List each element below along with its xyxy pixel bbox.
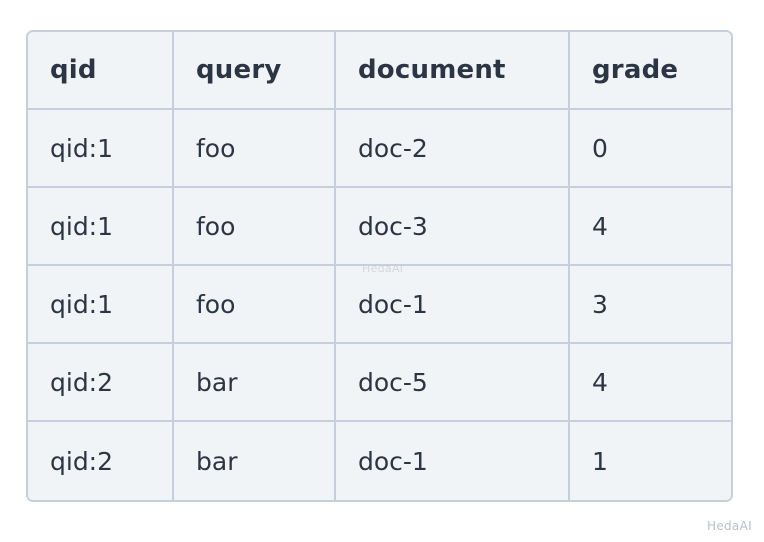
qrels-table: qid query document grade qid:1 foo doc-2… — [26, 30, 733, 502]
cell-grade: 1 — [570, 422, 731, 500]
cell-grade: 4 — [570, 188, 731, 266]
cell-query: bar — [174, 422, 336, 500]
table-row: qid:1 foo doc-3 4 — [28, 188, 731, 266]
cell-query: foo — [174, 110, 336, 188]
cell-qid: qid:2 — [28, 422, 174, 500]
table-row: qid:1 foo doc-1 3 — [28, 266, 731, 344]
cell-grade: 4 — [570, 344, 731, 422]
table-row: qid:1 foo doc-2 0 — [28, 110, 731, 188]
column-header-query: query — [174, 32, 336, 110]
table-body: qid:1 foo doc-2 0 qid:1 foo doc-3 4 qid:… — [28, 110, 731, 500]
table-header-row: qid query document grade — [28, 32, 731, 110]
page: qid query document grade qid:1 foo doc-2… — [0, 0, 764, 542]
table-row: qid:2 bar doc-1 1 — [28, 422, 731, 500]
cell-query: foo — [174, 188, 336, 266]
cell-document: doc-5 — [336, 344, 570, 422]
table-header: qid query document grade — [28, 32, 731, 110]
cell-document: doc-2 — [336, 110, 570, 188]
cell-document: doc-1 — [336, 266, 570, 344]
column-header-document: document — [336, 32, 570, 110]
cell-qid: qid:1 — [28, 266, 174, 344]
cell-document: doc-1 — [336, 422, 570, 500]
watermark-corner: HedaAI — [707, 519, 752, 533]
cell-grade: 3 — [570, 266, 731, 344]
cell-query: foo — [174, 266, 336, 344]
cell-query: bar — [174, 344, 336, 422]
column-header-grade: grade — [570, 32, 731, 110]
table-row: qid:2 bar doc-5 4 — [28, 344, 731, 422]
cell-qid: qid:1 — [28, 188, 174, 266]
cell-qid: qid:2 — [28, 344, 174, 422]
qrels-table-container: qid query document grade qid:1 foo doc-2… — [26, 30, 733, 502]
cell-qid: qid:1 — [28, 110, 174, 188]
column-header-qid: qid — [28, 32, 174, 110]
cell-document: doc-3 — [336, 188, 570, 266]
cell-grade: 0 — [570, 110, 731, 188]
